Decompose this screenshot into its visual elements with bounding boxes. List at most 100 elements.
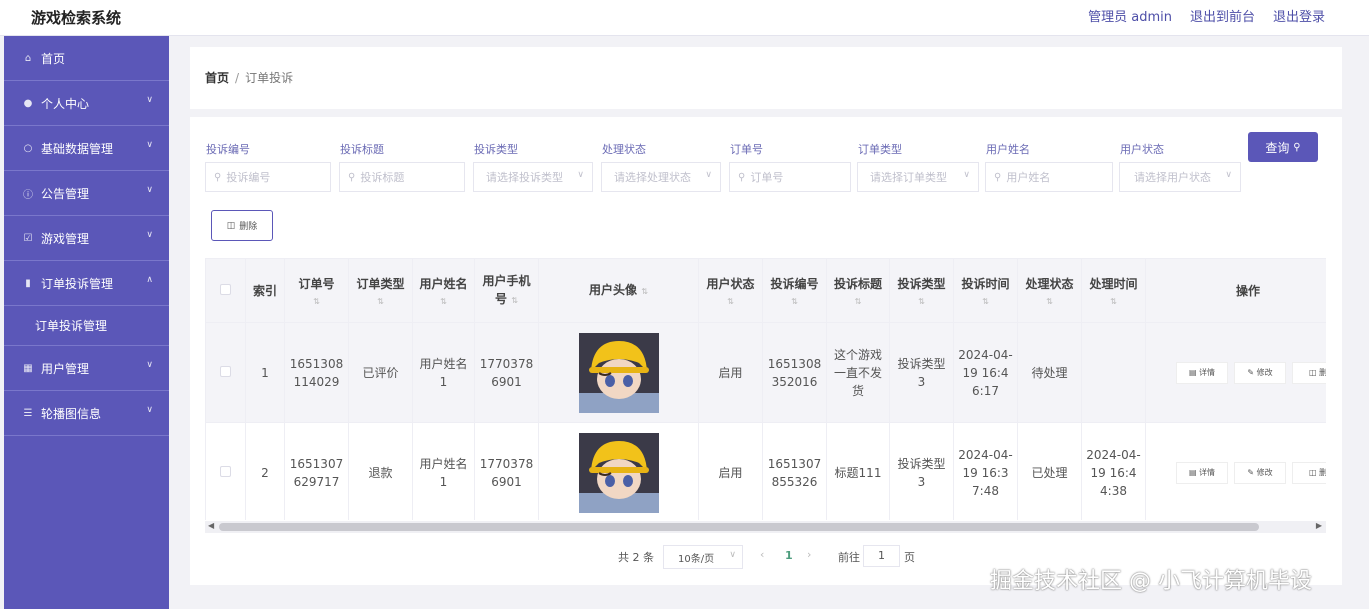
- user-avatar-image: [578, 332, 659, 413]
- info-icon: ⓘ: [23, 189, 33, 201]
- page-suffix: 页: [904, 551, 915, 564]
- scroll-right-icon[interactable]: ▶: [1316, 521, 1322, 530]
- sort-icon: ⇅: [727, 296, 734, 306]
- search-button[interactable]: 查询 ⚲: [1248, 132, 1318, 162]
- col-header-user-name[interactable]: 用户姓名 ⇅: [412, 258, 475, 323]
- col-header-complaint-title[interactable]: 投诉标题 ⇅: [826, 258, 890, 323]
- chevron-down-icon: ∨: [577, 170, 584, 180]
- col-header-label: 订单类型: [356, 276, 405, 291]
- scroll-left-icon[interactable]: ◀: [208, 521, 214, 530]
- sidebar-item-complaint[interactable]: ▮ 订单投诉管理 ∧: [4, 261, 169, 306]
- page-size-value: 10条/页: [678, 553, 715, 565]
- user-status-select[interactable]: 请选择用户状态 ∨: [1119, 162, 1241, 192]
- table-row: 2 1651307629717 退款 用户姓名1 17703786901 启用 …: [205, 422, 1326, 520]
- bar-chart-icon: ▮: [25, 277, 31, 289]
- col-header-phone[interactable]: 用户手机号 ⇅: [474, 258, 539, 323]
- col-header-user-status[interactable]: 用户状态 ⇅: [698, 258, 763, 323]
- sidebar-item-label: 游戏管理: [41, 231, 90, 246]
- col-header-complaint-type[interactable]: 投诉类型 ⇅: [889, 258, 954, 323]
- filter-label-complaint-no: 投诉编号: [206, 143, 250, 156]
- row-checkbox[interactable]: [220, 365, 231, 377]
- detail-icon: ▤: [1188, 467, 1197, 477]
- delete-button[interactable]: ◫ 删除: [211, 210, 273, 241]
- sidebar-item-home[interactable]: ⌂ 首页: [4, 36, 169, 81]
- sidebar-item-basic-data[interactable]: ○ 基础数据管理 ∨: [4, 126, 169, 171]
- back-to-front-link[interactable]: 退出到前台: [1190, 6, 1255, 25]
- cell-index: 1: [245, 322, 285, 423]
- logout-link[interactable]: 退出登录: [1273, 6, 1325, 25]
- col-header-label: 投诉时间: [961, 276, 1010, 291]
- select-all-checkbox[interactable]: [220, 283, 231, 295]
- col-header-complaint-time[interactable]: 投诉时间 ⇅: [953, 258, 1018, 323]
- sidebar-item-carousel[interactable]: ☰ 轮播图信息 ∨: [4, 391, 169, 436]
- page-size-select[interactable]: 10条/页 ∨: [663, 545, 743, 569]
- row-delete-button[interactable]: ◫ 删: [1292, 361, 1326, 384]
- sidebar-item-notice[interactable]: ⓘ 公告管理 ∨: [4, 171, 169, 216]
- page-number-current[interactable]: 1: [785, 549, 793, 562]
- cell-actions: ▤ 详情 ✎ 修改 ◫ 删: [1145, 422, 1326, 520]
- table-horizontal-scrollbar[interactable]: ◀ ▶: [205, 521, 1326, 533]
- row-delete-button[interactable]: ◫ 删: [1292, 461, 1326, 484]
- col-header-label: 用户手机号: [482, 273, 531, 306]
- placeholder-text: 请选择用户状态: [1134, 171, 1211, 184]
- bulb-icon: ○: [23, 142, 33, 154]
- row-select-cell: [205, 422, 246, 520]
- detail-button-label: 详情: [1199, 367, 1216, 377]
- edit-button[interactable]: ✎ 修改: [1234, 461, 1286, 484]
- filter-label-order-type: 订单类型: [858, 143, 902, 156]
- col-header-process-status[interactable]: 处理状态 ⇅: [1017, 258, 1082, 323]
- col-header-label: 订单号: [298, 276, 335, 291]
- cell-complaint-type: 投诉类型3: [889, 322, 954, 423]
- watermark: 掘金技术社区 @ 小飞计算机毕设: [990, 569, 1312, 594]
- breadcrumb-home[interactable]: 首页: [205, 71, 229, 85]
- edit-button[interactable]: ✎ 修改: [1234, 361, 1286, 384]
- goto-page-input[interactable]: 1: [863, 545, 900, 567]
- cell-process-time: [1081, 322, 1146, 423]
- order-type-select[interactable]: 请选择订单类型 ∨: [857, 162, 979, 192]
- col-header-order-no[interactable]: 订单号 ⇅: [284, 258, 349, 323]
- sort-icon: ⇅: [313, 296, 320, 306]
- row-actions: ▤ 详情 ✎ 修改 ◫ 删: [1150, 361, 1326, 384]
- chevron-down-icon: ∨: [729, 550, 736, 560]
- cell-user-name: 用户姓名1: [412, 422, 475, 520]
- chevron-down-icon: ∨: [1225, 170, 1232, 180]
- cell-user-name: 用户姓名1: [412, 322, 475, 423]
- edit-button-label: 修改: [1256, 467, 1273, 477]
- cell-complaint-title: 标题111: [826, 422, 890, 520]
- search-icon: ⚲: [738, 171, 746, 183]
- complaint-table-wrapper: 索引 订单号 ⇅ 订单类型 ⇅ 用户姓名 ⇅ 用户手机号 ⇅ 用户头像 ⇅ 用户状态 ⇅…: [205, 258, 1326, 520]
- complaint-type-select[interactable]: 请选择投诉类型 ∨: [473, 162, 593, 192]
- process-status-select[interactable]: 请选择处理状态 ∨: [601, 162, 721, 192]
- chevron-down-icon: ∨: [146, 95, 153, 105]
- placeholder-text: 投诉标题: [360, 171, 405, 184]
- person-icon: ●: [23, 97, 33, 109]
- complaint-title-input[interactable]: ⚲ 投诉标题: [339, 162, 465, 192]
- chevron-down-icon: ∨: [146, 230, 153, 240]
- placeholder-text: 订单号: [750, 171, 784, 184]
- prev-page-button[interactable]: ‹: [760, 548, 764, 561]
- scrollbar-thumb[interactable]: [219, 523, 1259, 531]
- complaint-no-input[interactable]: ⚲ 投诉编号: [205, 162, 331, 192]
- sidebar-subitem-complaint[interactable]: 订单投诉管理: [4, 306, 169, 346]
- select-all-cell: [205, 258, 246, 323]
- col-header-complaint-no[interactable]: 投诉编号 ⇅: [762, 258, 827, 323]
- sidebar-item-personal-center[interactable]: ● 个人中心 ∨: [4, 81, 169, 126]
- admin-user-link[interactable]: 管理员 admin: [1088, 6, 1172, 25]
- col-header-index: 索引: [245, 258, 285, 323]
- detail-button[interactable]: ▤ 详情: [1176, 361, 1228, 384]
- sidebar-item-user[interactable]: ▦ 用户管理 ∨: [4, 346, 169, 391]
- col-header-process-time[interactable]: 处理时间 ⇅: [1081, 258, 1146, 323]
- col-header-avatar[interactable]: 用户头像 ⇅: [538, 258, 699, 323]
- filter-label-user-status: 用户状态: [1120, 143, 1164, 156]
- col-header-order-type[interactable]: 订单类型 ⇅: [348, 258, 413, 323]
- sidebar-item-game[interactable]: ☑ 游戏管理 ∨: [4, 216, 169, 261]
- order-no-input[interactable]: ⚲ 订单号: [729, 162, 851, 192]
- next-page-button[interactable]: ›: [807, 548, 811, 561]
- sidebar-item-label: 用户管理: [41, 361, 90, 376]
- user-name-input[interactable]: ⚲ 用户姓名: [985, 162, 1113, 192]
- filter-label-complaint-type: 投诉类型: [474, 143, 518, 156]
- row-checkbox[interactable]: [220, 465, 231, 477]
- detail-button[interactable]: ▤ 详情: [1176, 461, 1228, 484]
- checkbox-icon: ☑: [23, 232, 33, 244]
- sort-icon: ⇅: [641, 286, 648, 296]
